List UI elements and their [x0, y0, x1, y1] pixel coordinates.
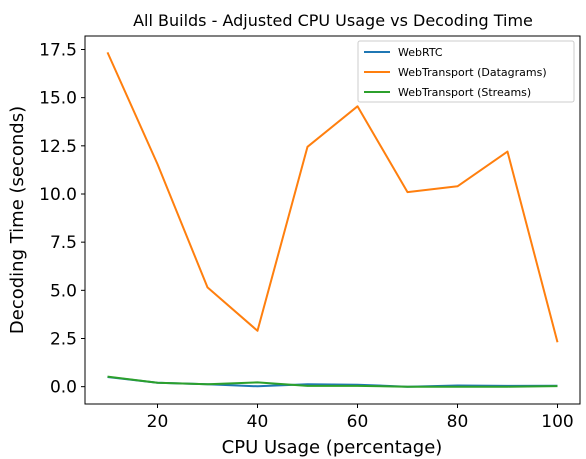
x-axis-label: CPU Usage (percentage): [222, 437, 443, 458]
legend: WebRTC WebTransport (Datagrams) WebTranspo…: [357, 40, 575, 103]
y-tick-label: 5.0: [50, 281, 77, 301]
y-tick-label: 15.0: [39, 89, 77, 109]
y-tick-label: 2.5: [50, 329, 77, 349]
y-tick-label: 17.5: [39, 40, 77, 60]
y-axis: 0.0 2.5 5.0 7.5 10.0 12.5 15.0 17.5: [39, 40, 85, 398]
y-tick-label: 12.5: [39, 137, 77, 157]
legend-label: WebTransport (Datagrams): [398, 66, 547, 79]
plot-area: [106, 51, 559, 388]
x-axis: 20 40 60 80 100: [147, 404, 574, 432]
x-tick-label: 100: [541, 412, 573, 432]
x-tick-label: 40: [247, 412, 269, 432]
x-tick-label: 60: [347, 412, 369, 432]
x-tick-label: 80: [447, 412, 469, 432]
legend-label: WebTransport (Streams): [398, 86, 531, 99]
y-tick-label: 0.0: [50, 378, 77, 398]
line-chart: All Builds - Adjusted CPU Usage vs Decod…: [7, 11, 581, 458]
legend-label: WebRTC: [398, 46, 443, 59]
y-tick-label: 10.0: [39, 185, 77, 205]
y-tick-label: 7.5: [50, 233, 77, 253]
y-axis-label: Decoding Time (seconds): [7, 106, 28, 334]
x-tick-label: 20: [147, 412, 169, 432]
chart-title: All Builds - Adjusted CPU Usage vs Decod…: [133, 11, 533, 30]
